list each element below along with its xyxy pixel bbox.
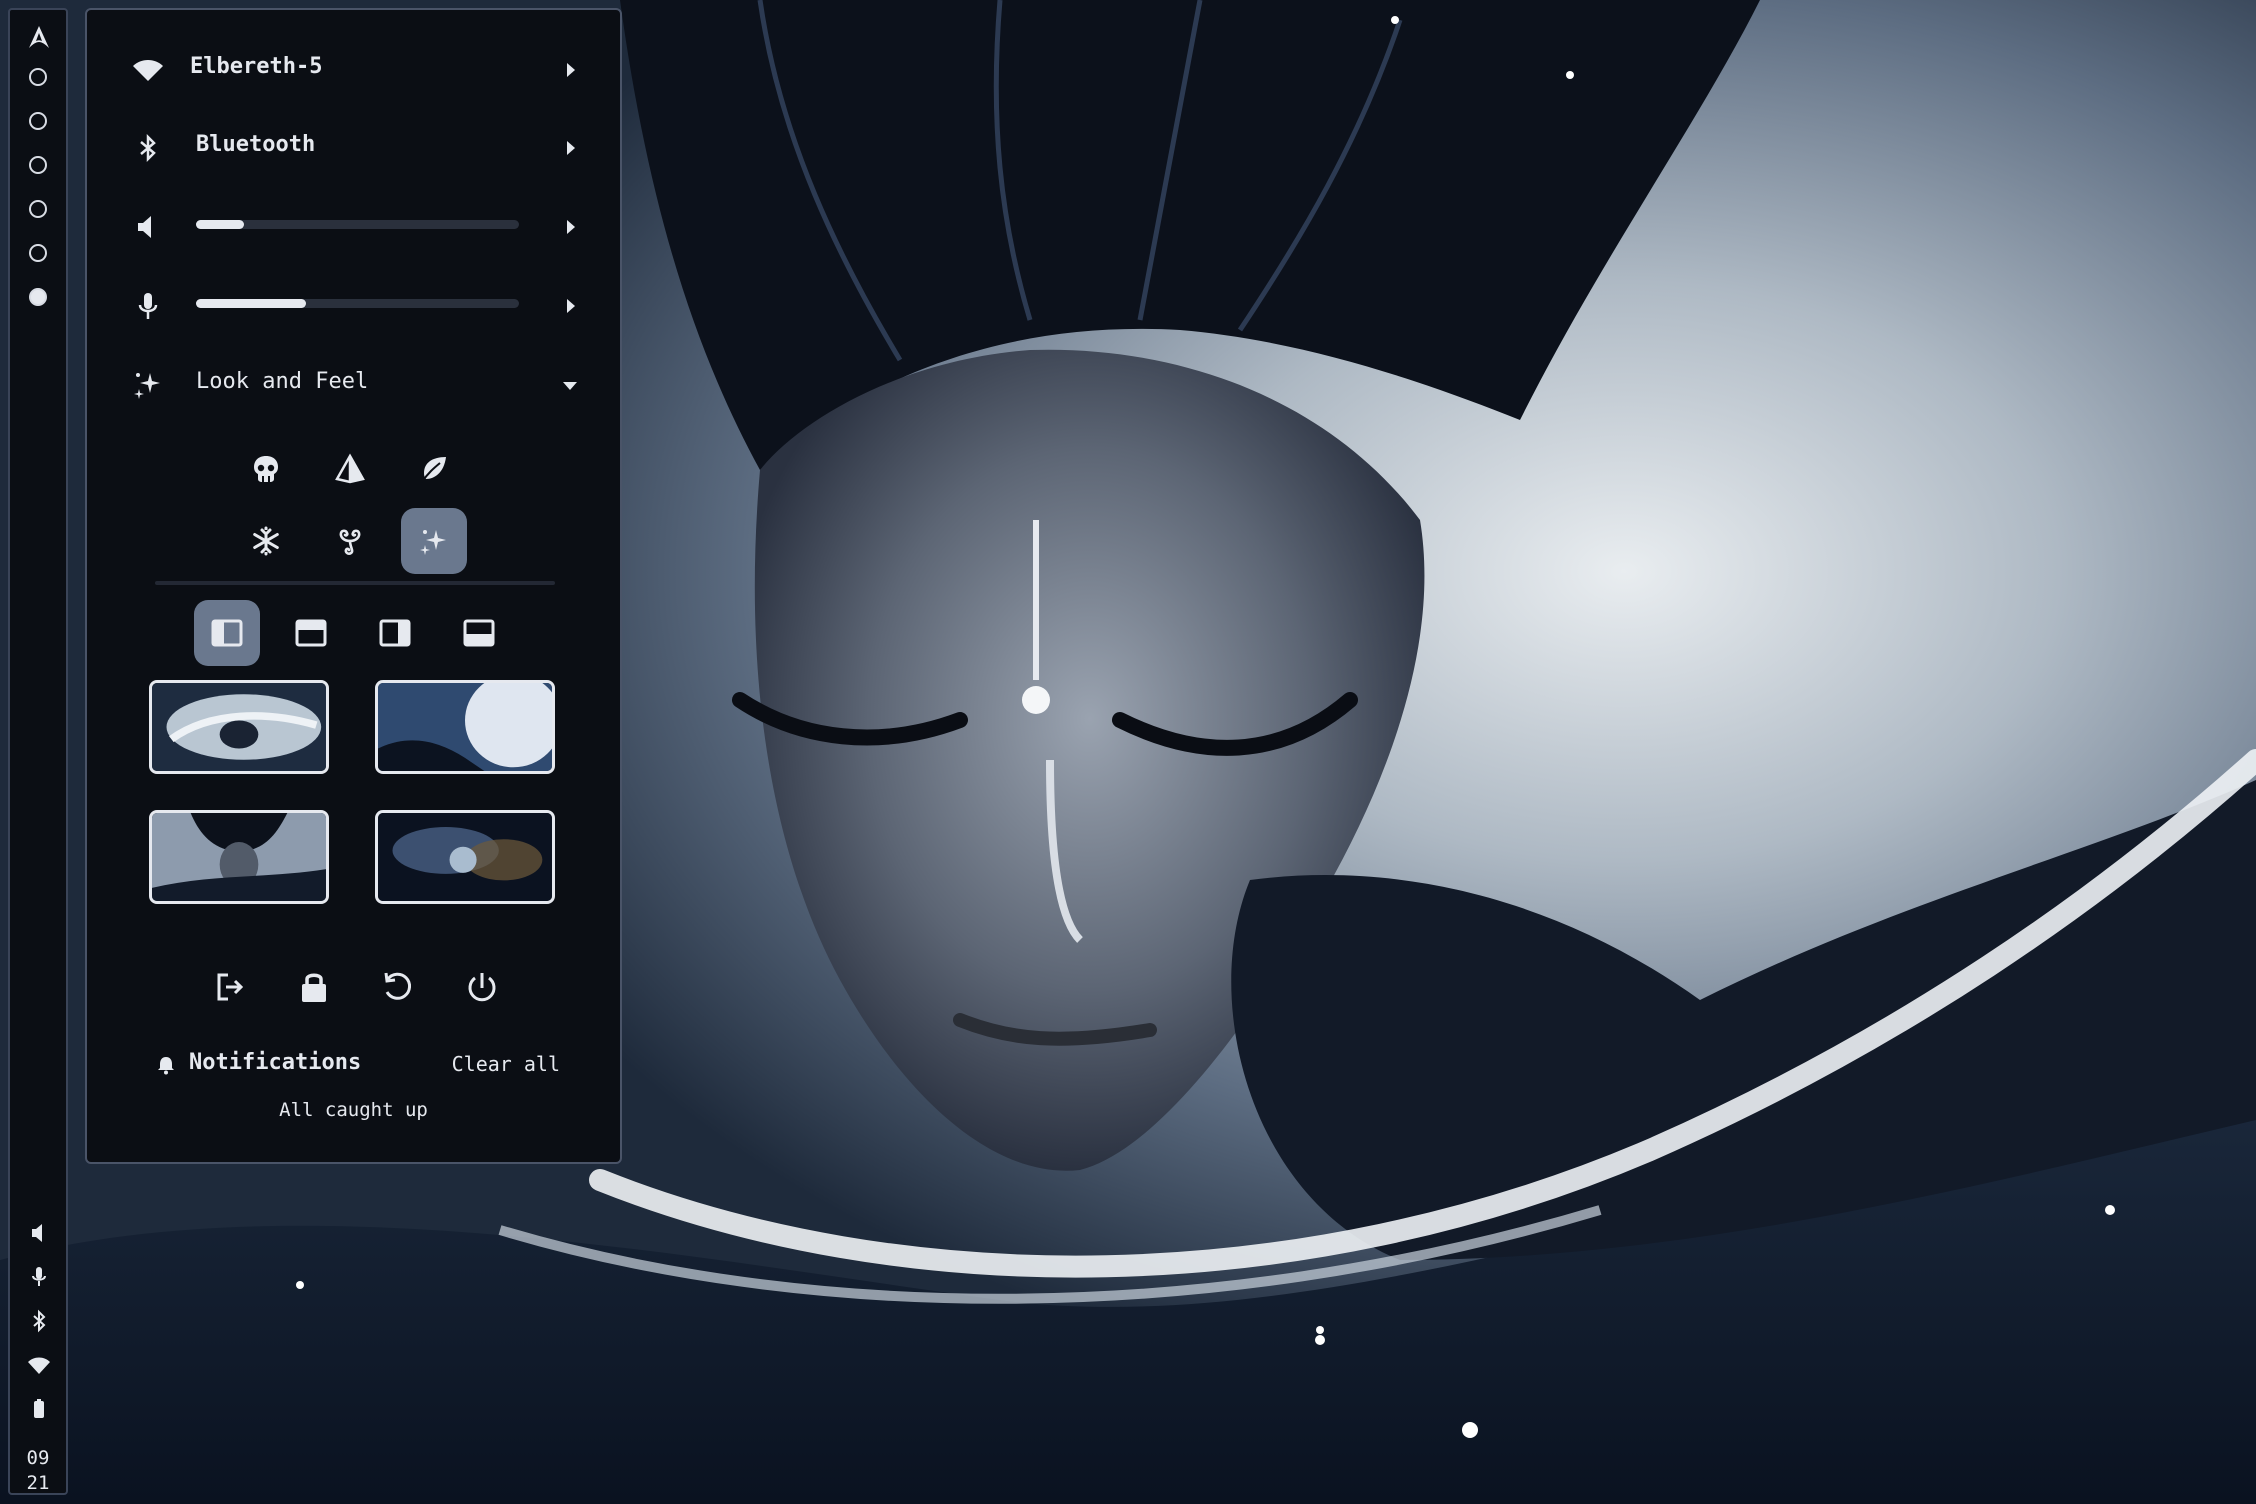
layout-bottom-icon (463, 619, 495, 647)
workspace-1[interactable] (29, 68, 47, 86)
chevron-right-icon[interactable] (564, 296, 578, 316)
bluetooth-label: Bluetooth (196, 132, 316, 157)
microphone-row (87, 276, 620, 336)
wifi-network-label: Elbereth-5 (190, 54, 323, 79)
bluetooth-icon[interactable] (26, 1308, 52, 1334)
leaf-icon (421, 457, 446, 483)
bluetooth-row[interactable]: Bluetooth (87, 118, 620, 178)
layout-right-icon (379, 619, 411, 647)
theme-triskelion-button[interactable] (317, 508, 383, 574)
layout-bottom-button[interactable] (446, 600, 512, 666)
chevron-right-icon[interactable] (564, 217, 578, 237)
theme-sparkles-button[interactable] (401, 508, 467, 574)
wallpaper-thumb-dark-portrait[interactable] (149, 810, 329, 904)
restart-icon (384, 972, 412, 1000)
volume-slider-fill (196, 220, 245, 229)
sparkles-icon (420, 530, 446, 555)
theme-skull-button[interactable] (233, 436, 299, 502)
notifications-empty-text: All caught up (279, 1099, 428, 1121)
layout-left-button[interactable] (194, 600, 260, 666)
arch-logo-icon[interactable] (26, 24, 52, 50)
skull-icon (254, 456, 278, 482)
quick-settings-panel: Elbereth-5 Bluetooth Look and Feel Notif… (85, 8, 622, 1164)
volume-slider[interactable] (196, 220, 519, 229)
pyramid-icon (335, 453, 365, 484)
chevron-right-icon[interactable] (564, 60, 578, 80)
wifi-icon[interactable] (26, 1352, 52, 1378)
microphone-icon[interactable] (132, 290, 164, 322)
logout-button[interactable] (208, 965, 252, 1009)
snowflake-icon (253, 526, 279, 556)
restart-button[interactable] (376, 965, 420, 1009)
battery-icon[interactable] (26, 1396, 52, 1422)
triskelion-icon (339, 529, 361, 555)
wallpaper-thumb-moon-hill[interactable] (375, 680, 555, 774)
lock-icon (302, 973, 326, 1002)
notifications-title: Notifications (189, 1050, 362, 1075)
workspace-6[interactable] (29, 288, 47, 306)
wifi-icon (133, 60, 163, 81)
volume-icon[interactable] (26, 1220, 52, 1246)
logout-icon (217, 973, 244, 1001)
layout-left-icon (211, 619, 243, 647)
volume-icon[interactable] (132, 211, 164, 243)
power-icon (468, 973, 496, 1002)
microphone-slider-fill (196, 299, 306, 308)
look-and-feel-label: Look and Feel (196, 369, 369, 394)
power-button[interactable] (460, 965, 504, 1009)
clock-minute: 21 (26, 1472, 50, 1494)
clock-hour: 09 (26, 1447, 50, 1469)
bell-icon (158, 1057, 174, 1075)
theme-leaf-button[interactable] (401, 436, 467, 502)
microphone-slider[interactable] (196, 299, 519, 308)
workspace-5[interactable] (29, 244, 47, 262)
look-and-feel-row[interactable]: Look and Feel (87, 355, 620, 415)
clear-all-button[interactable]: Clear all (452, 1052, 560, 1076)
volume-row (87, 197, 620, 257)
layout-top-icon (295, 619, 327, 647)
wifi-row[interactable]: Elbereth-5 (87, 40, 620, 100)
chevron-down-icon[interactable] (560, 379, 580, 393)
section-divider (155, 581, 555, 585)
chevron-right-icon[interactable] (564, 138, 578, 158)
workspace-3[interactable] (29, 156, 47, 174)
side-bar: 09 21 (8, 8, 68, 1495)
layout-top-button[interactable] (278, 600, 344, 666)
sparkles-icon (134, 373, 160, 399)
layout-right-button[interactable] (362, 600, 428, 666)
wallpaper-thumb-nebula-planet[interactable] (375, 810, 555, 904)
microphone-icon[interactable] (26, 1264, 52, 1290)
bluetooth-icon (140, 133, 156, 163)
theme-snowflake-button[interactable] (233, 508, 299, 574)
wallpaper-thumb-storm-figure[interactable] (149, 680, 329, 774)
theme-pyramid-button[interactable] (317, 436, 383, 502)
workspace-2[interactable] (29, 112, 47, 130)
lock-button[interactable] (292, 965, 336, 1009)
workspace-4[interactable] (29, 200, 47, 218)
